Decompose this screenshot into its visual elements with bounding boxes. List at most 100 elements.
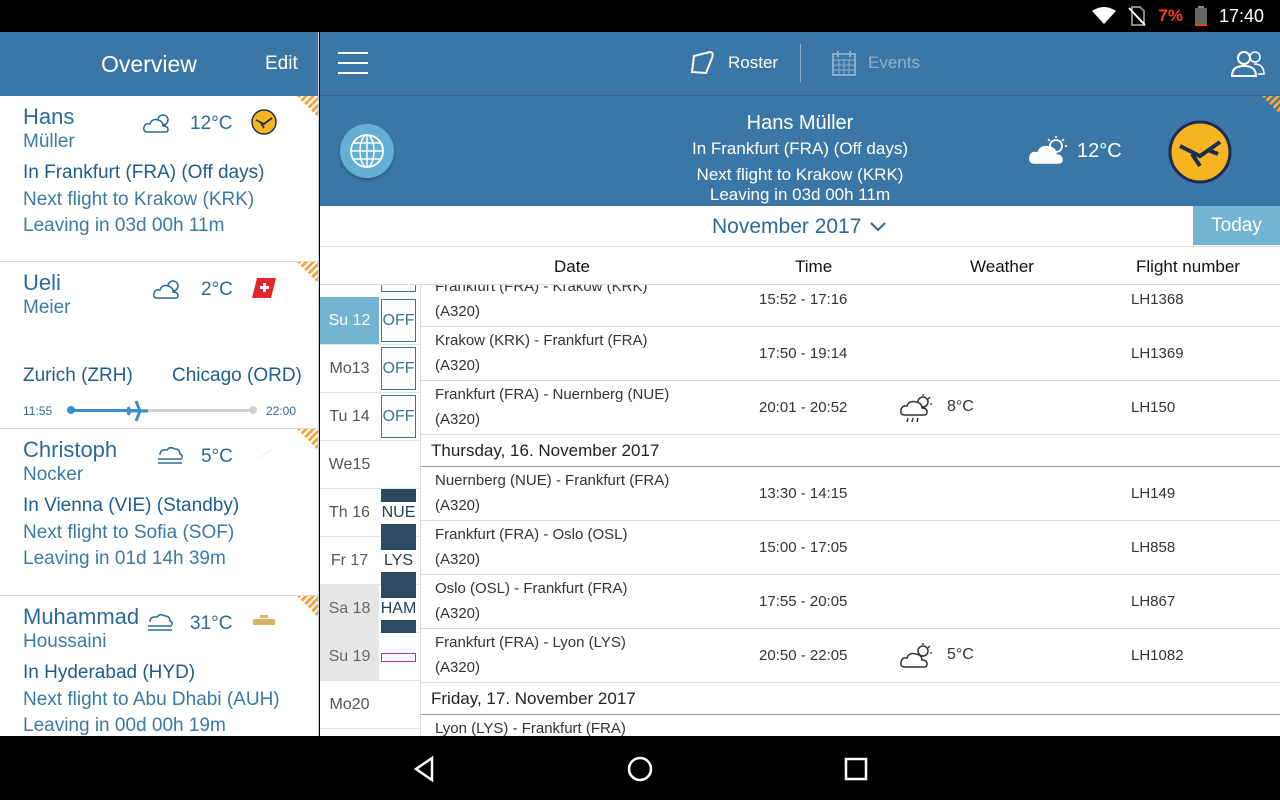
crew-leaving: Leaving in 03d 00h 11m bbox=[23, 215, 225, 236]
departure-time: 11:55 bbox=[23, 404, 53, 418]
calendar-icon bbox=[832, 51, 856, 76]
profile-name: Hans Müller bbox=[746, 112, 854, 134]
flight-aircraft: (A320) bbox=[435, 659, 481, 676]
flight-number: LH1082 bbox=[1131, 647, 1184, 664]
day-su-19[interactable]: Su 19 bbox=[320, 633, 420, 681]
off-day-badge: OFF bbox=[381, 347, 416, 390]
overview-header: Overview Edit bbox=[0, 32, 318, 96]
flight-row[interactable]: Nuernberg (NUE) - Frankfurt (FRA) (A320)… bbox=[421, 467, 1280, 521]
hamburger-menu-icon[interactable] bbox=[338, 52, 368, 74]
day-label: Mo20 bbox=[329, 695, 370, 713]
day-th-16[interactable]: Th 16 NUE bbox=[320, 489, 420, 537]
flight-list: Frankfurt (FRA) - Krakow (KRK) (A320) 15… bbox=[421, 285, 1280, 736]
tab-events-label: Events bbox=[868, 53, 920, 72]
flight-row[interactable]: Frankfurt (FRA) - Oslo (OSL) (A320) 15:0… bbox=[421, 521, 1280, 575]
crew-next-flight: Next flight to Sofia (SOF) bbox=[23, 522, 235, 543]
day-section-title: Thursday, 16. November 2017 bbox=[431, 441, 660, 460]
flight-route: Frankfurt (FRA) - Lyon (LYS) bbox=[435, 634, 626, 651]
no-sim-icon bbox=[1128, 6, 1147, 26]
destination-badge: HAM bbox=[381, 585, 416, 633]
off-day-badge: OFF bbox=[381, 395, 416, 438]
day-section-header: Thursday, 16. November 2017 bbox=[421, 435, 1280, 467]
fog-icon bbox=[158, 446, 183, 464]
off-day-badge-continued bbox=[381, 285, 416, 292]
day-mo-13[interactable]: Mo13 OFF bbox=[320, 345, 420, 393]
flight-origin: Zurich (ZRH) bbox=[23, 365, 133, 386]
crew-card-hans[interactable]: Hans Müller 12°C In Frankfurt (FRA) (Off… bbox=[0, 96, 318, 262]
day-tu-14[interactable]: Tu 14 OFF bbox=[320, 393, 420, 441]
crew-first-name: Ueli bbox=[23, 270, 61, 295]
flight-row[interactable]: Frankfurt (FRA) - Lyon (LYS) (A320) 20:5… bbox=[421, 629, 1280, 683]
flight-number: LH1369 bbox=[1131, 345, 1184, 362]
crew-group-icon[interactable] bbox=[1230, 50, 1266, 78]
month-label: November 2017 bbox=[712, 215, 862, 238]
crew-first-name: Christoph bbox=[23, 437, 118, 462]
day-label: We15 bbox=[328, 455, 371, 473]
flight-aircraft: (A320) bbox=[435, 497, 481, 514]
off-day-badge: OFF bbox=[381, 299, 416, 342]
tab-roster[interactable]: Roster bbox=[690, 50, 778, 76]
flight-route: Nuernberg (NUE) - Frankfurt (FRA) bbox=[435, 472, 670, 489]
highlight-stripe bbox=[297, 96, 318, 118]
flight-route: Frankfurt (FRA) - Krakow (KRK) bbox=[435, 285, 648, 295]
flight-route: Lyon (LYS) - Frankfurt (FRA) bbox=[435, 720, 626, 736]
crew-leaving: Leaving in 00d 00h 19m bbox=[23, 715, 226, 736]
crew-temperature: 31°C bbox=[190, 613, 233, 634]
flight-time: 20:01 - 20:52 bbox=[759, 399, 848, 416]
flight-number: LH867 bbox=[1131, 593, 1176, 610]
top-app-bar: Roster Events bbox=[320, 32, 1280, 96]
month-selector[interactable]: November 2017 bbox=[712, 215, 887, 239]
flight-weather-temp: 8°C bbox=[947, 398, 974, 415]
crew-location: In Vienna (VIE) (Standby) bbox=[23, 495, 240, 516]
crew-next-flight: Next flight to Abu Dhabi (AUH) bbox=[23, 689, 280, 710]
day-calendar: Su 12 OFF Mo13 OFF Tu 14 OFF We15 Th 16 … bbox=[320, 285, 421, 736]
crew-last-name: Houssaini bbox=[23, 631, 107, 652]
day-sa-18[interactable]: Sa 18 HAM bbox=[320, 585, 420, 633]
flight-row[interactable]: Oslo (OSL) - Frankfurt (FRA) (A320) 17:5… bbox=[421, 575, 1280, 629]
flight-aircraft: (A320) bbox=[435, 357, 481, 374]
lufthansa-logo-icon bbox=[251, 109, 277, 135]
day-label: Su 12 bbox=[320, 297, 379, 344]
flight-aircraft: (A320) bbox=[435, 551, 481, 568]
flight-progress-track bbox=[70, 409, 252, 412]
crew-card-ueli[interactable]: Ueli Meier 2°C Zurich (ZRH) Chicago (ORD… bbox=[0, 262, 318, 429]
day-mo-20[interactable]: Mo20 bbox=[320, 681, 420, 729]
today-button[interactable]: Today bbox=[1193, 206, 1280, 245]
recents-icon[interactable] bbox=[841, 754, 871, 784]
edit-button[interactable]: Edit bbox=[265, 53, 298, 75]
day-fr-17[interactable]: Fr 17 LYS bbox=[320, 537, 420, 585]
day-su-12[interactable]: Su 12 OFF bbox=[320, 297, 420, 345]
battery-percentage: 7% bbox=[1158, 6, 1183, 25]
day-section-title: Friday, 17. November 2017 bbox=[431, 689, 636, 708]
crew-card-christoph[interactable]: Christoph Nocker 5°C In Vienna (VIE) (St… bbox=[0, 429, 318, 596]
flight-row[interactable]: Krakow (KRK) - Frankfurt (FRA) (A320) 17… bbox=[421, 327, 1280, 381]
day-we-15[interactable]: We15 bbox=[320, 441, 420, 489]
partly-cloudy-icon bbox=[900, 643, 932, 668]
flight-number: LH858 bbox=[1131, 539, 1176, 556]
destination-badge: NUE bbox=[381, 489, 416, 537]
highlight-stripe bbox=[297, 596, 318, 618]
flight-number: LH150 bbox=[1131, 399, 1176, 416]
flight-destination: Chicago (ORD) bbox=[172, 365, 302, 386]
flight-aircraft: (A320) bbox=[435, 411, 481, 428]
home-icon[interactable] bbox=[625, 754, 655, 784]
tab-events[interactable]: Events bbox=[832, 50, 920, 76]
flight-row[interactable]: Lyon (LYS) - Frankfurt (FRA) bbox=[421, 715, 1280, 736]
back-icon[interactable] bbox=[410, 754, 440, 784]
chevron-down-icon bbox=[870, 222, 887, 232]
etihad-logo-icon bbox=[253, 615, 275, 625]
destination-dot bbox=[249, 406, 257, 414]
flight-number: LH1368 bbox=[1131, 291, 1184, 308]
day-label: Tu 14 bbox=[329, 407, 370, 425]
roster-icon bbox=[690, 50, 714, 75]
clock: 17:40 bbox=[1218, 5, 1264, 26]
flight-route: Frankfurt (FRA) - Oslo (OSL) bbox=[435, 526, 628, 543]
flight-row[interactable]: Frankfurt (FRA) - Nuernberg (NUE) (A320)… bbox=[421, 381, 1280, 435]
destination-badge: LYS bbox=[381, 537, 416, 585]
flight-row[interactable]: Frankfurt (FRA) - Krakow (KRK) (A320) 15… bbox=[421, 285, 1280, 327]
status-bar: 7% 17:40 bbox=[0, 0, 1280, 32]
overview-panel: Overview Edit Hans Müller 12°C In Frankf… bbox=[0, 32, 319, 736]
crew-last-name: Nocker bbox=[23, 464, 84, 485]
crew-card-muhammad[interactable]: Muhammad Houssaini 31°C In Hyderabad (HY… bbox=[0, 596, 318, 736]
crew-location: In Frankfurt (FRA) (Off days) bbox=[23, 162, 265, 183]
